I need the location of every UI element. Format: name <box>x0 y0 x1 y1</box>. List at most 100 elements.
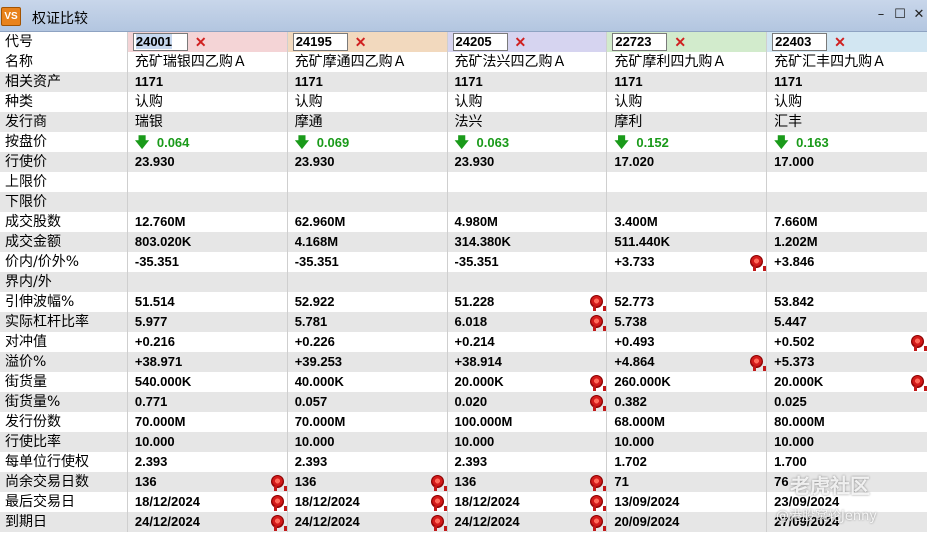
cell-value: 511.440K <box>614 234 671 249</box>
row-outstanding: 街货量 540.000K 40.000K 20.000K 260.000K 20.000K <box>0 372 927 392</box>
cell-name: 充矿汇丰四九购Ａ <box>767 52 927 72</box>
row-ratio: 行使比率 10.000 10.000 10.000 10.000 10.000 <box>0 432 927 452</box>
best-value-ribbon-icon <box>270 515 287 531</box>
cell-value: 0.020 <box>454 394 488 409</box>
cell-lower <box>448 192 608 212</box>
cell-inout <box>288 272 448 292</box>
cell-value: 2.393 <box>294 454 328 469</box>
row-label: 相关资产 <box>0 72 128 92</box>
remove-warrant-icon[interactable]: ✕ <box>355 32 367 52</box>
row-label: 发行商 <box>0 112 128 132</box>
cell-issuer: 汇丰 <box>767 112 927 132</box>
cell-bid: 🡇 0.064 <box>128 132 288 152</box>
remove-warrant-icon[interactable]: ✕ <box>834 32 846 52</box>
warrant-code-input[interactable]: 24205 <box>452 33 508 51</box>
best-value-ribbon-icon <box>270 495 287 511</box>
cell-days-left: 136 <box>288 472 448 492</box>
cell-issue-size: 80.000M <box>767 412 927 432</box>
cell-value: -35.351 <box>454 254 499 269</box>
bid-price-value: 0.152 <box>636 135 669 150</box>
cell-turnover: 314.380K <box>448 232 608 252</box>
cell-value: 1171 <box>134 74 164 89</box>
cell-value: 62.960M <box>294 214 346 229</box>
cell-ratio: 10.000 <box>288 432 448 452</box>
warrant-code-input[interactable]: 24001 <box>132 33 188 51</box>
cell-value: 摩利 <box>614 114 643 130</box>
cell-issue-size: 70.000M <box>128 412 288 432</box>
row-label: 实际杠杆比率 <box>0 312 128 332</box>
cell-value: +39.253 <box>294 354 343 369</box>
row-label: 每单位行使权 <box>0 452 128 472</box>
cell-leverage: 5.781 <box>288 312 448 332</box>
minimize-icon[interactable]: – <box>873 7 889 23</box>
cell-name: 充矿法兴四乙购Ａ <box>448 52 608 72</box>
cell-issue-size: 68.000M <box>607 412 768 432</box>
row-label: 发行份数 <box>0 412 128 432</box>
row-type: 种类 认购 认购 认购 认购 认购 <box>0 92 927 112</box>
close-icon[interactable]: ✕ <box>911 7 927 23</box>
cell-code: 22403 ✕ <box>767 32 927 52</box>
cell-value: 18/12/2024 <box>454 494 520 509</box>
price-down-arrow-icon: 🡇 <box>614 134 629 150</box>
row-label: 成交股数 <box>0 212 128 232</box>
cell-value: +3.733 <box>614 254 655 269</box>
cell-expiry: 20/09/2024 <box>607 512 768 532</box>
cell-value: 5.781 <box>294 314 328 329</box>
row-label: 名称 <box>0 52 128 72</box>
cell-value: 52.773 <box>614 294 655 309</box>
row-label: 对冲值 <box>0 332 128 352</box>
price-down-arrow-icon: 🡇 <box>454 134 469 150</box>
cell-value: +0.226 <box>294 334 335 349</box>
cell-value: 24/12/2024 <box>134 514 200 529</box>
cell-value: 70.000M <box>134 414 186 429</box>
cell-type: 认购 <box>288 92 448 112</box>
cell-moneyness: +3.846 <box>767 252 927 272</box>
cell-value: 3.400M <box>614 214 658 229</box>
row-issuer: 发行商 瑞银 摩通 法兴 摩利 汇丰 <box>0 112 927 132</box>
cell-turnover: 511.440K <box>607 232 768 252</box>
row-label: 界内/外 <box>0 272 128 292</box>
cell-value: +0.502 <box>774 334 815 349</box>
cell-volume: 62.960M <box>288 212 448 232</box>
cell-value: 1171 <box>454 74 483 89</box>
cell-turnover: 4.168M <box>288 232 448 252</box>
cell-outstanding: 260.000K <box>607 372 768 392</box>
cell-value: 10.000 <box>134 434 175 449</box>
cell-entitlement: 2.393 <box>128 452 288 472</box>
cell-value: 24/12/2024 <box>454 514 520 529</box>
cell-value: 18/12/2024 <box>134 494 200 509</box>
cell-underlying: 1171 <box>288 72 448 92</box>
cell-outstanding-pct: 0.771 <box>128 392 288 412</box>
cell-value: 17.020 <box>614 154 655 169</box>
cell-ratio: 10.000 <box>767 432 927 452</box>
warrant-code-input[interactable]: 22723 <box>612 33 668 51</box>
cell-value: 4.168M <box>294 234 339 249</box>
row-iv: 引伸波幅% 51.514 52.922 51.228 52.773 53.842 <box>0 292 927 312</box>
warrant-code-input[interactable]: 22403 <box>772 33 828 51</box>
row-outstanding-pct: 街货量% 0.771 0.057 0.020 0.382 0.025 <box>0 392 927 412</box>
cell-issuer: 摩利 <box>607 112 768 132</box>
cell-value: 803.020K <box>134 234 192 249</box>
cell-days-left: 136 <box>128 472 288 492</box>
cell-issuer: 摩通 <box>288 112 448 132</box>
cell-strike: 23.930 <box>128 152 288 172</box>
cell-value: 23.930 <box>134 154 175 169</box>
cell-outstanding: 540.000K <box>128 372 288 392</box>
cell-value: 10.000 <box>774 434 814 449</box>
cell-moneyness: +3.733 <box>607 252 768 272</box>
cell-value: 5.738 <box>614 314 647 329</box>
cell-value: +38.914 <box>454 354 502 369</box>
remove-warrant-icon[interactable]: ✕ <box>195 32 207 52</box>
cell-bid: 🡇 0.063 <box>448 132 608 152</box>
warrant-code-input[interactable]: 24195 <box>292 33 348 51</box>
remove-warrant-icon[interactable]: ✕ <box>515 32 527 52</box>
cell-value: -35.351 <box>294 254 339 269</box>
cell-value: 瑞银 <box>134 114 163 130</box>
cell-expiry: 24/12/2024 <box>288 512 448 532</box>
cell-value: 20/09/2024 <box>614 514 680 529</box>
cell-value: 充矿摩通四乙购Ａ <box>294 54 407 70</box>
cell-last-trade: 18/12/2024 <box>128 492 288 512</box>
remove-warrant-icon[interactable]: ✕ <box>674 32 686 52</box>
warrant-code-value: 24205 <box>455 34 492 49</box>
maximize-icon[interactable]: ☐ <box>892 7 908 23</box>
